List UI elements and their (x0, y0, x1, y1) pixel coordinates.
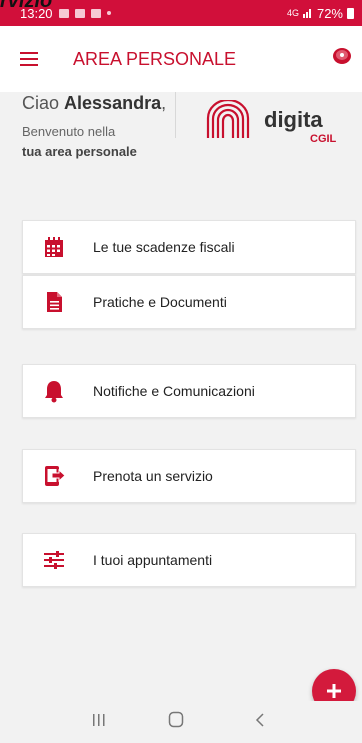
document-icon (47, 292, 62, 312)
menu-item-prenota[interactable]: Prenota un servizio (22, 449, 356, 503)
page-title: AREA PERSONALE (73, 49, 237, 69)
signal-type: 4G (286, 8, 299, 18)
menu-item-label: Prenota un servizio (93, 468, 213, 484)
plus-icon (327, 684, 341, 698)
menu-icon[interactable] (20, 52, 38, 66)
sliders-icon (44, 551, 64, 569)
notification-icon (74, 8, 85, 18)
system-nav-bar (0, 701, 362, 743)
welcome-line-2: tua area personale (22, 144, 137, 159)
more-dot-icon (106, 11, 111, 15)
menu-item-notifiche[interactable]: Notifiche e Comunicazioni (22, 364, 356, 418)
bell-icon (45, 381, 63, 403)
status-bar: 13:20 4G 72% (0, 0, 362, 26)
greeting: Ciao Alessandra, (22, 93, 166, 114)
message-icon (58, 8, 69, 18)
app-icon (90, 8, 101, 18)
recent-apps-icon[interactable] (91, 713, 107, 727)
back-icon[interactable] (254, 712, 266, 728)
greeting-suffix: , (161, 93, 167, 113)
calendar-icon (45, 237, 63, 257)
greeting-prefix: Ciao (22, 93, 65, 113)
logo-text: digita (264, 107, 323, 132)
app-bar: AREA PERSONALE (0, 26, 362, 92)
menu-item-label: Pratiche e Documenti (93, 294, 227, 310)
menu-item-label: I tuoi appuntamenti (93, 552, 213, 568)
battery-icon (347, 7, 354, 19)
home-icon[interactable] (168, 711, 184, 728)
overlay-title: rvizio (0, 0, 53, 12)
battery-level: 72% (316, 5, 343, 21)
welcome-line-1: Benvenuto nella (22, 124, 116, 139)
divider (175, 92, 176, 138)
menu-item-appuntamenti[interactable]: I tuoi appuntamenti (22, 533, 356, 587)
chat-icon[interactable] (332, 46, 352, 66)
menu-item-pratiche[interactable]: Pratiche e Documenti (22, 275, 356, 329)
logo-subtext: CGIL (310, 133, 337, 145)
signal-icon (302, 9, 311, 18)
phone-booking-icon (45, 466, 66, 486)
user-name: Alessandra (64, 93, 162, 113)
menu-item-label: Notifiche e Comunicazioni (93, 383, 255, 399)
menu-item-label: Le tue scadenze fiscali (93, 239, 235, 255)
menu-item-scadenze[interactable]: Le tue scadenze fiscali (22, 220, 356, 274)
